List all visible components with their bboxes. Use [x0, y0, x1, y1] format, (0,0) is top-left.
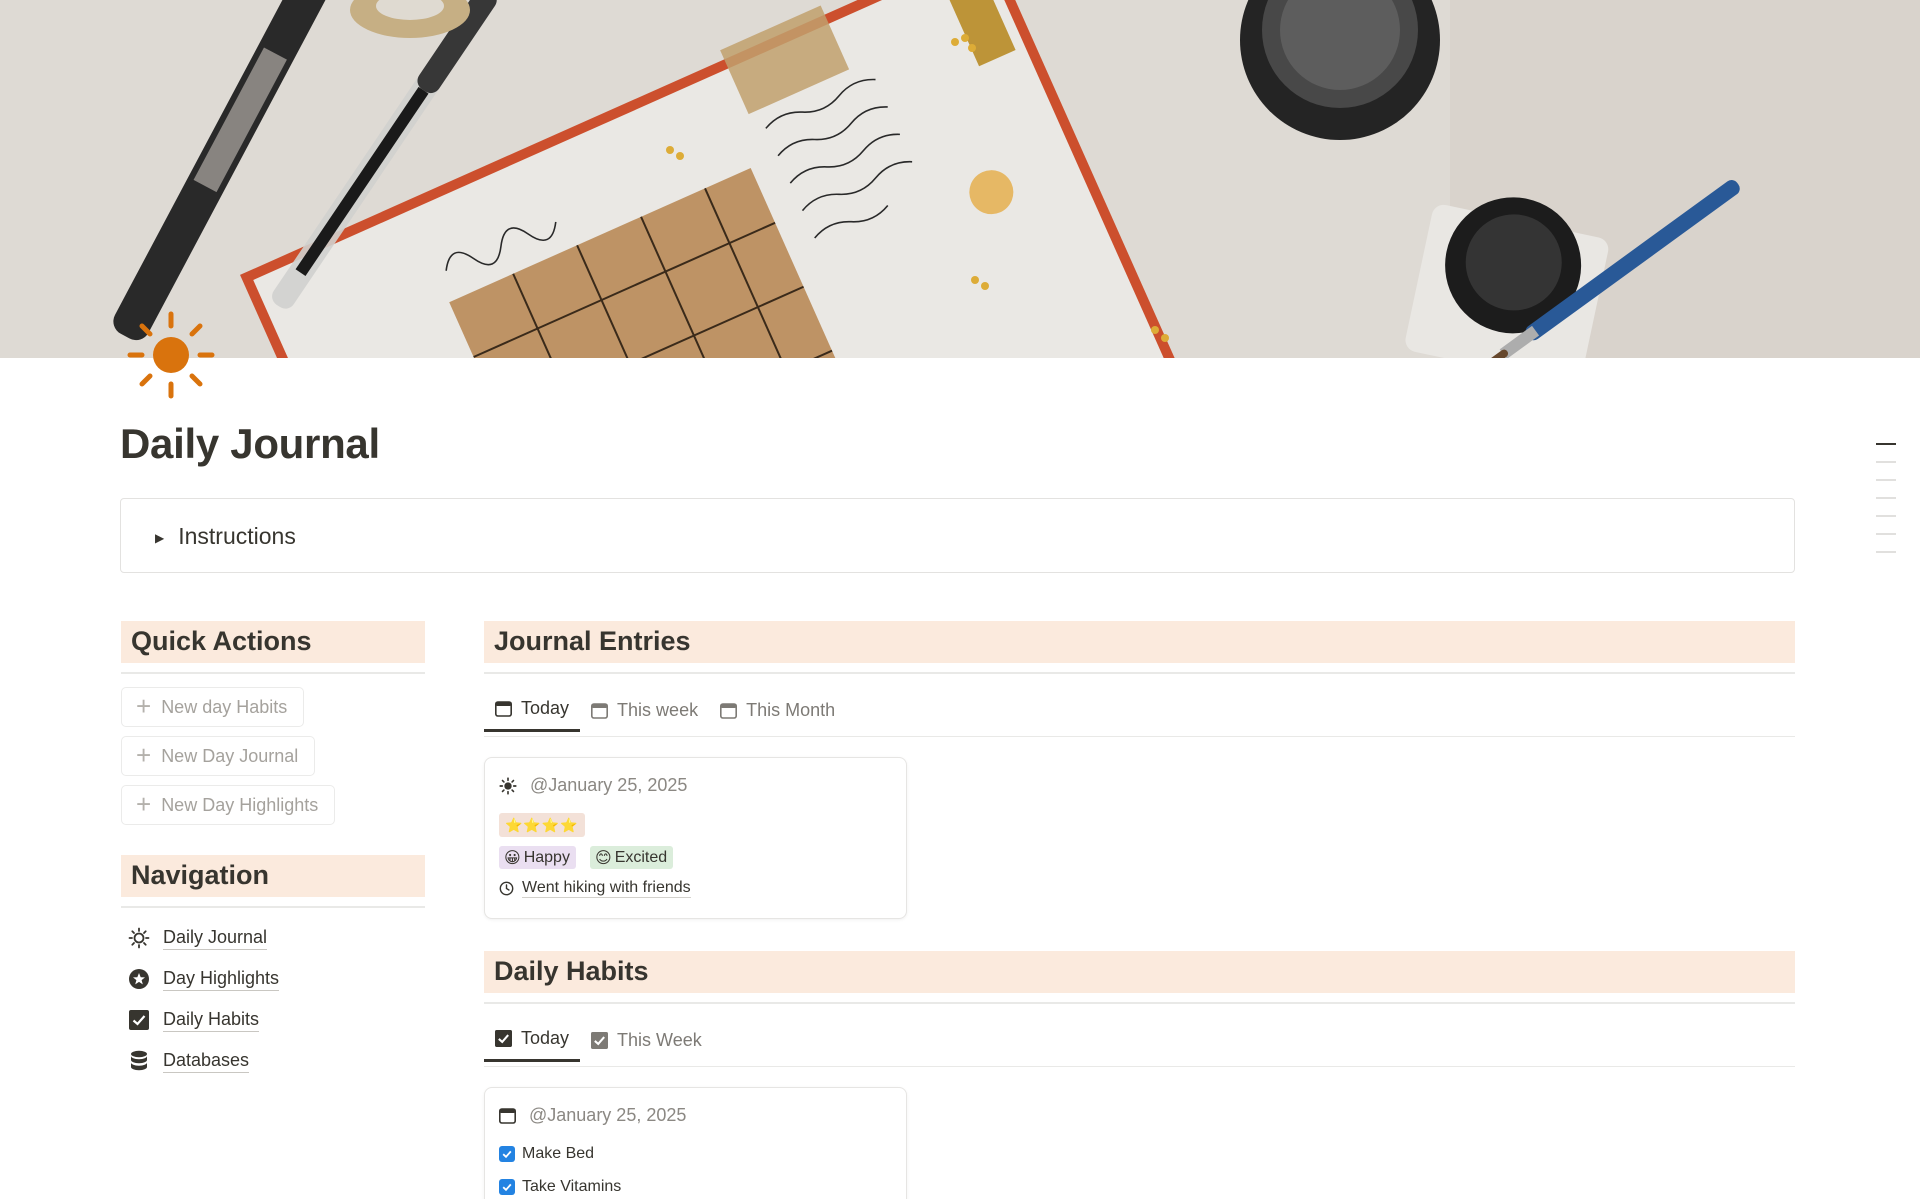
- plus-icon: +: [136, 788, 152, 819]
- nav-label[interactable]: Databases: [163, 1050, 250, 1073]
- tag-emoji: 😀: [504, 849, 521, 867]
- tabs-divider: [484, 1066, 1795, 1067]
- star-circle-icon: [127, 967, 151, 991]
- journal-entries-heading-block: Journal Entries: [484, 621, 1795, 663]
- new-day-habits-button[interactable]: + New day Habits: [121, 687, 305, 727]
- cover-image: [0, 0, 1920, 358]
- new-day-highlights-button[interactable]: + New Day Highlights: [121, 785, 336, 825]
- divider: [121, 906, 425, 908]
- tab-label: Today: [521, 698, 570, 718]
- checked-checkbox-icon[interactable]: [499, 1179, 515, 1195]
- clock-icon: [499, 881, 514, 896]
- toc-line[interactable]: [1876, 497, 1896, 499]
- plus-icon: +: [136, 690, 152, 721]
- tab-label: This week: [617, 699, 699, 720]
- checkbox-icon: [591, 1031, 609, 1049]
- habit-label: Take Vitamins: [522, 1178, 622, 1195]
- journal-entry-card[interactable]: @January 25, 2025 ⭐⭐⭐⭐ 😀 Happy 😊 Excited…: [484, 757, 907, 919]
- nav-label[interactable]: Daily Journal: [163, 927, 268, 950]
- checkbox-icon: [127, 1008, 151, 1032]
- journal-entries-tabs: Today This week This Month: [484, 688, 846, 732]
- tag-label: Happy: [523, 848, 570, 866]
- calendar-icon: [720, 702, 738, 719]
- calendar-icon: [499, 1108, 516, 1124]
- navigation-heading: Navigation: [131, 860, 270, 890]
- tab-this-week[interactable]: This week: [580, 688, 709, 732]
- mood-tag-happy: 😀 Happy: [499, 846, 576, 869]
- journal-entries-heading: Journal Entries: [494, 626, 691, 656]
- tabs-divider: [484, 736, 1795, 737]
- divider: [121, 672, 425, 674]
- toggle-triangle-icon[interactable]: ▶: [155, 531, 164, 545]
- toc-line[interactable]: [1876, 443, 1896, 445]
- toc-line[interactable]: [1876, 551, 1896, 553]
- page-title[interactable]: Daily Journal: [120, 420, 380, 468]
- nav-label[interactable]: Daily Habits: [163, 1009, 260, 1032]
- tab-this-month[interactable]: This Month: [709, 688, 846, 732]
- mood-tag-excited: 😊 Excited: [590, 846, 674, 869]
- instructions-toggle[interactable]: ▶ Instructions: [155, 523, 296, 550]
- nav-item-daily-habits[interactable]: Daily Habits: [127, 1008, 260, 1032]
- database-icon: [127, 1049, 151, 1073]
- daily-habits-card[interactable]: @January 25, 2025 Make Bed Take Vitamins: [484, 1087, 907, 1199]
- daily-habits-heading-block: Daily Habits: [484, 951, 1795, 993]
- button-label: New Day Journal: [161, 745, 299, 766]
- habit-row: Make Bed: [499, 1145, 594, 1163]
- nav-item-daily-journal[interactable]: Daily Journal: [127, 926, 268, 950]
- daily-habits-heading: Daily Habits: [494, 956, 649, 986]
- tab-this-week[interactable]: This Week: [580, 1018, 713, 1062]
- instructions-label[interactable]: Instructions: [178, 523, 296, 550]
- highlight-row: Went hiking with friends: [499, 879, 691, 898]
- nav-item-databases[interactable]: Databases: [127, 1049, 250, 1073]
- table-of-contents-minimap[interactable]: [1876, 443, 1898, 569]
- tab-today[interactable]: Today: [484, 688, 581, 732]
- button-label: New day Habits: [161, 696, 288, 717]
- card-date: @January 25, 2025: [529, 1105, 687, 1125]
- checkbox-icon: [495, 1030, 512, 1047]
- page-sun-icon[interactable]: [126, 310, 216, 400]
- nav-item-day-highlights[interactable]: Day Highlights: [127, 967, 280, 991]
- tag-label: Excited: [614, 848, 668, 866]
- tab-label: Today: [521, 1028, 570, 1048]
- sun-icon: [499, 776, 517, 795]
- instructions-callout: ▶ Instructions: [120, 498, 1795, 573]
- toc-line[interactable]: [1876, 515, 1896, 517]
- tag-emoji: 😊: [595, 849, 612, 867]
- divider: [484, 1002, 1795, 1004]
- highlight-text: Went hiking with friends: [522, 879, 691, 898]
- toc-line[interactable]: [1876, 533, 1896, 535]
- card-date-row: @January 25, 2025: [499, 1105, 686, 1126]
- nav-label[interactable]: Day Highlights: [163, 968, 280, 991]
- checked-checkbox-icon[interactable]: [499, 1146, 515, 1162]
- button-label: New Day Highlights: [161, 794, 319, 815]
- rating-stars: ⭐⭐⭐⭐: [505, 816, 579, 833]
- quick-actions-heading-block: Quick Actions: [121, 621, 425, 663]
- daily-habits-tabs: Today This Week: [484, 1018, 713, 1062]
- tab-today[interactable]: Today: [484, 1018, 581, 1062]
- toc-line[interactable]: [1876, 461, 1896, 463]
- plus-icon: +: [136, 739, 152, 770]
- tab-label: This Month: [746, 699, 836, 720]
- quick-actions-heading: Quick Actions: [131, 626, 312, 656]
- card-date: @January 25, 2025: [530, 775, 688, 795]
- sun-icon: [127, 926, 151, 950]
- tab-label: This Week: [617, 1029, 702, 1050]
- navigation-heading-block: Navigation: [121, 855, 425, 897]
- divider: [484, 672, 1795, 674]
- new-day-journal-button[interactable]: + New Day Journal: [121, 736, 316, 776]
- habit-row: Take Vitamins: [499, 1178, 621, 1196]
- calendar-icon: [591, 702, 609, 719]
- calendar-icon: [495, 701, 512, 717]
- rating-badge: ⭐⭐⭐⭐: [499, 813, 585, 837]
- toc-line[interactable]: [1876, 479, 1896, 481]
- card-date-row: @January 25, 2025: [499, 775, 687, 796]
- habit-label: Make Bed: [522, 1145, 595, 1162]
